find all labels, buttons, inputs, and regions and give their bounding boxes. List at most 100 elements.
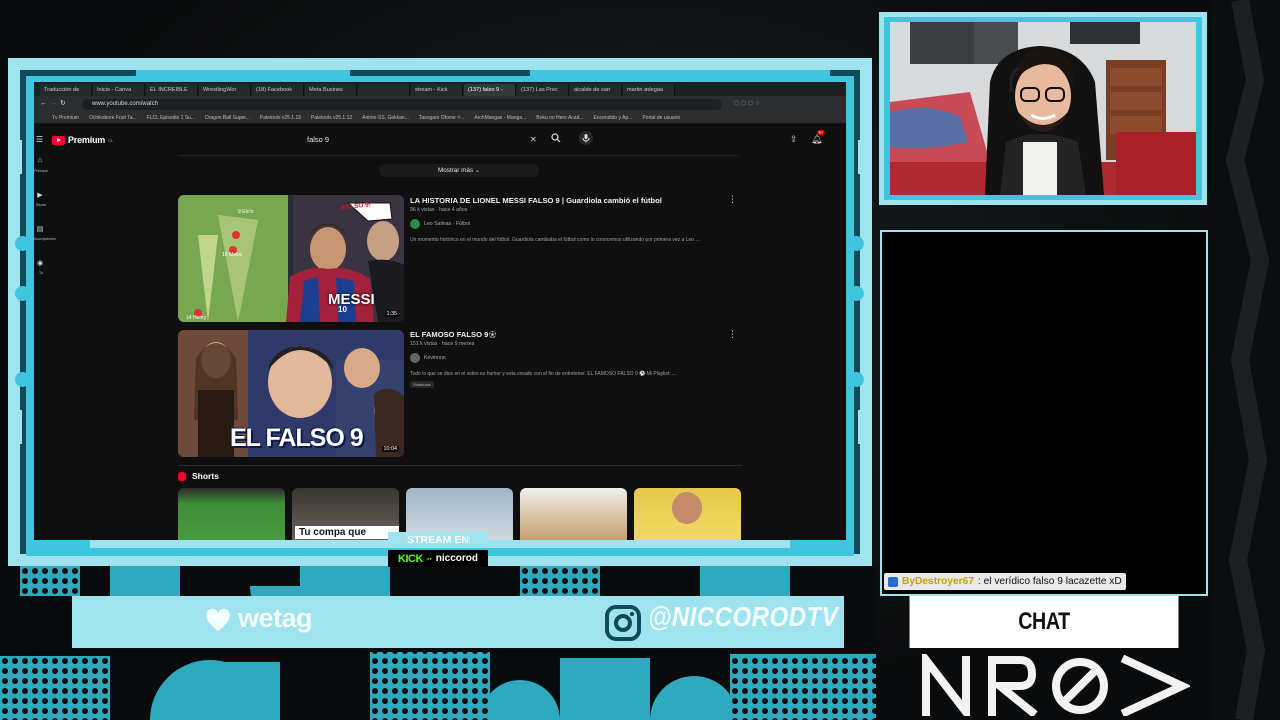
chevron-down-icon: ⌄ — [474, 167, 481, 174]
sidebar-item-label: Principal — [34, 169, 48, 173]
browser-tab[interactable]: EL INCREIBLE — [146, 84, 198, 96]
video-thumbnail[interactable]: EL FALSO 9 10:04 — [178, 330, 404, 457]
short-face — [672, 492, 702, 524]
more-options-icon[interactable]: ⋮ — [728, 195, 737, 204]
browser-tab[interactable]: WrestlingWor — [199, 84, 251, 96]
sponsor-label: wetag — [238, 603, 313, 633]
bookmark-item[interactable]: Paletools v25.1.12 — [311, 112, 352, 123]
browser-tab[interactable]: Traducción de — [40, 84, 92, 96]
instagram-handle: @NICCORODTV — [648, 601, 839, 632]
more-options-icon[interactable]: ⋮ — [728, 330, 737, 339]
browser-tab[interactable] — [358, 84, 410, 96]
bookmark-item[interactable]: Anime-SS, Gekkan... — [362, 112, 409, 123]
video-description: Un momento histórico en el mundo del fút… — [410, 237, 700, 243]
browser-tab[interactable]: martin ødegaa — [623, 84, 675, 96]
subscriptions-icon[interactable]: ▤ — [34, 225, 46, 233]
channel-name[interactable]: Kevinnnn — [424, 355, 446, 361]
browser-tab[interactable]: (18) Facebook — [252, 84, 304, 96]
video-meta: 151 k vistas · hace 9 meses — [410, 341, 475, 347]
short-thumbnail[interactable]: Tu compa que — [292, 488, 399, 540]
channel-avatar[interactable] — [410, 219, 420, 229]
thumbnail-label: 14 Henry — [186, 315, 207, 321]
show-more-button[interactable]: Mostrar más ⌄ — [379, 164, 539, 177]
you-icon[interactable]: ◉ — [34, 259, 46, 267]
extensions-icon[interactable]: ⬡ ⬡ ⬡ ☆ — [734, 98, 760, 110]
video-duration: 1:35 — [384, 311, 399, 317]
bookmark-item[interactable]: ArchMangas - Manga... — [474, 112, 526, 123]
notification-badge: 9+ — [817, 130, 825, 135]
instagram-icon — [605, 605, 641, 641]
forward-icon[interactable]: → — [50, 98, 57, 110]
sidebar-item-label: Shorts — [35, 203, 47, 207]
shorts-title: Shorts — [192, 471, 219, 481]
divider — [178, 465, 742, 466]
upload-icon[interactable]: ⇪ — [790, 133, 798, 145]
frame-dot — [849, 372, 864, 387]
home-icon[interactable]: ⌂ — [34, 157, 46, 164]
youtube-logo[interactable]: Premium CL — [52, 135, 113, 145]
thumbnail-title-text: EL FALSO 9 — [230, 424, 364, 452]
youtube-brand-region: CL — [108, 137, 114, 143]
short-thumbnail[interactable] — [520, 488, 627, 540]
stream-label: STREAM EN — [388, 532, 488, 548]
reload-icon[interactable]: ↻ — [60, 98, 66, 110]
show-more-label: Mostrar más — [437, 167, 473, 174]
back-icon[interactable]: ← — [40, 98, 47, 110]
thumbnail-number-text: 10 — [338, 305, 347, 314]
youtube-page: ☰ Premium CL falso 9 ✕ ⇪ 🔔︎ 9+ ⌂ Principa… — [34, 125, 846, 540]
short-thumbnail[interactable] — [634, 488, 741, 540]
kick-separator-icon: ●● — [426, 556, 432, 561]
browser-tab[interactable]: alcalde de san — [570, 84, 622, 96]
video-description: Todo lo que se dice en el video es humor… — [410, 371, 677, 377]
menu-icon[interactable]: ☰ — [36, 134, 43, 146]
bookmark-item[interactable]: Paletools v25.1.15 — [260, 112, 301, 123]
browser-tab[interactable]: stream - Kick — [411, 84, 463, 96]
browser-tab[interactable]: (137) Las Prec — [517, 84, 569, 96]
video-title[interactable]: EL FAMOSO FALSO 9 — [410, 330, 488, 339]
thumbnail-label: 9 Eto'o — [238, 209, 254, 215]
browser-tab[interactable]: Meta Busines — [305, 84, 357, 96]
channel-name[interactable]: Leo Salinas · Fútbol — [424, 221, 470, 227]
frame-stripe — [530, 70, 830, 78]
youtube-play-icon — [52, 135, 65, 145]
bookmark-item[interactable]: Tasogare Otome ×... — [419, 112, 464, 123]
bookmark-item[interactable]: FLCL Episodio 1 Su... — [147, 112, 195, 123]
kick-badge: KICK ●● niccorod — [388, 550, 488, 567]
url-field[interactable]: www.youtube.com/watch — [82, 99, 722, 110]
bookmark-item[interactable]: Tv Premium — [52, 112, 79, 123]
browser-tab[interactable]: (137) falso 9 - — [464, 84, 516, 96]
browser-tab-strip: Traducción de Inicio - Canva EL INCREIBLE W… — [34, 82, 846, 96]
kick-username: niccorod — [435, 553, 478, 564]
video-duration: 10:04 — [381, 446, 399, 452]
browser-tab[interactable]: Inicio - Canva — [93, 84, 145, 96]
bookmark-item[interactable]: Portal de usuario — [642, 112, 680, 123]
sidebar-item-label: Suscripciones — [34, 237, 56, 241]
frame-dot — [15, 372, 30, 387]
subtitles-chip: Subtítulos — [410, 381, 434, 388]
video-thumbnail[interactable]: ¡FALSO 9! MESSI 10 9 Eto'o 10 Messi 14 H… — [178, 195, 404, 322]
search-input[interactable]: falso 9 — [299, 132, 539, 148]
chat-title: CHAT — [909, 596, 1179, 648]
stream-overlay: Traducción de Inicio - Canva EL INCREIBLE W… — [0, 0, 1280, 720]
chat-text: : el verídico falso 9 lacazette xD — [977, 576, 1122, 587]
chat-username: ByDestroyer67 — [902, 576, 974, 587]
video-meta: 96 k vistas · hace 4 años — [410, 207, 468, 213]
address-bar: ← → ↻ www.youtube.com/watch ⬡ ⬡ ⬡ ☆ — [34, 96, 846, 112]
thumbnail-name-text: MESSI — [328, 291, 375, 308]
webcam-scene — [890, 22, 1196, 195]
bookmark-item[interactable]: Boku no Hero Acad... — [536, 112, 583, 123]
voice-search-button[interactable] — [579, 131, 593, 145]
frame-notch — [858, 410, 872, 444]
shorts-icon[interactable]: ▶ — [34, 191, 46, 199]
short-thumbnail[interactable] — [178, 488, 285, 540]
bookmark-item[interactable]: Encendido y Ap... — [594, 112, 633, 123]
clear-search-icon[interactable]: ✕ — [530, 134, 537, 146]
channel-avatar[interactable] — [410, 353, 420, 363]
frame-dot — [849, 236, 864, 251]
bookmark-item[interactable]: Dragon Ball Super... — [205, 112, 250, 123]
frame-dot — [849, 286, 864, 301]
short-caption: Tu compa que — [295, 526, 399, 539]
video-title[interactable]: LA HISTORIA DE LIONEL MESSI FALSO 9 | Gu… — [410, 196, 662, 205]
search-icon[interactable] — [551, 133, 561, 146]
bookmark-item[interactable]: Ochikobore Fruit Ta... — [89, 112, 137, 123]
